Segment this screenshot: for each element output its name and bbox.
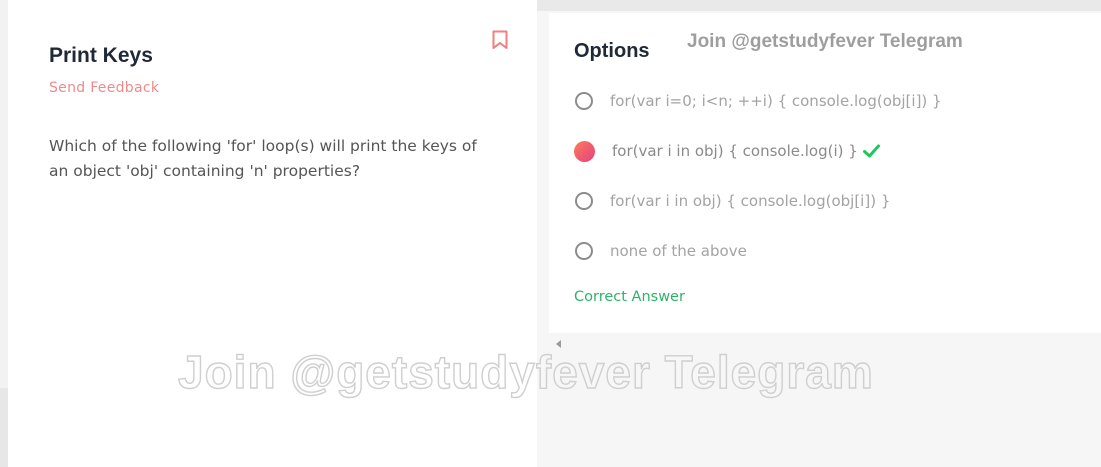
option-1[interactable]: for(var i=0; i<n; ++i) { console.log(obj… (575, 88, 942, 114)
option-3-radio[interactable] (575, 192, 593, 210)
options-heading: Options (574, 40, 650, 62)
option-4-radio[interactable] (575, 242, 593, 260)
overlay-watermark: Join @getstudyfever Telegram (177, 345, 874, 398)
option-2[interactable]: for(var i in obj) { console.log(i) } (574, 138, 880, 164)
correct-answer-label: Correct Answer (574, 289, 685, 305)
send-feedback-link[interactable]: Send Feedback (49, 80, 159, 96)
checkmark-icon (862, 144, 880, 158)
option-1-label: for(var i=0; i<n; ++i) { console.log(obj… (610, 92, 942, 110)
option-4-label: none of the above (610, 242, 747, 260)
option-3-label: for(var i in obj) { console.log(obj[i]) … (610, 192, 891, 210)
bookmark-icon[interactable] (492, 30, 508, 50)
option-1-radio[interactable] (575, 92, 593, 110)
telegram-watermark: Join @getstudyfever Telegram (687, 31, 963, 52)
options-card: Options Join @getstudyfever Telegram for… (549, 13, 1101, 333)
option-2-label: for(var i in obj) { console.log(i) } (612, 142, 858, 160)
option-2-radio-selected[interactable] (574, 140, 595, 162)
question-title: Print Keys (49, 44, 153, 67)
options-top-strip (537, 0, 1101, 11)
option-3[interactable]: for(var i in obj) { console.log(obj[i]) … (575, 188, 890, 214)
question-text: Which of the following 'for' loop(s) wil… (49, 137, 477, 180)
option-4[interactable]: none of the above (575, 238, 747, 264)
